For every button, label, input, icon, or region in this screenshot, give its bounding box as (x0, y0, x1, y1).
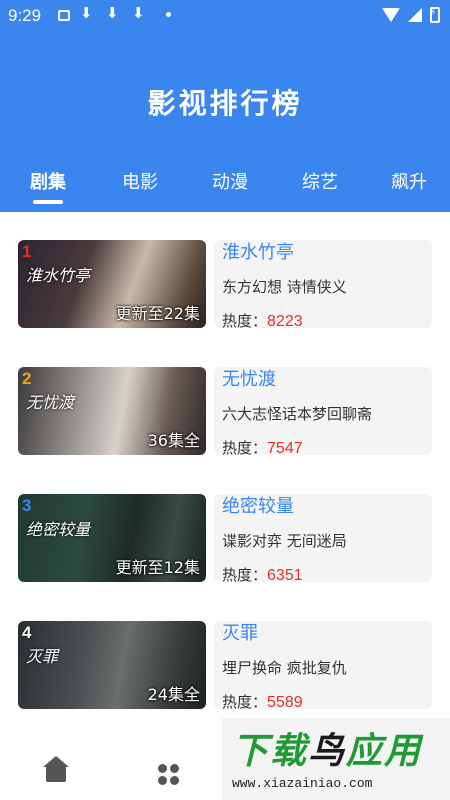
tab-anime[interactable]: 动漫 (195, 168, 265, 194)
status-bar: 9:29 (0, 0, 450, 32)
list-item[interactable]: 无忧渡 2 36集全 无忧渡 六大志怪话本梦回聊斋 热度：7547 (18, 367, 432, 457)
poster-title-art: 灭罪 (26, 647, 59, 666)
show-title[interactable]: 无忧渡 (222, 365, 276, 391)
status-time: 9:29 (8, 6, 42, 25)
watermark-url: www.xiazainiao.com (232, 776, 373, 791)
show-tags: 埋尸换命 疯批复仇 (222, 659, 347, 677)
heat-label: 热度： (222, 693, 268, 711)
categories-icon[interactable] (158, 764, 180, 786)
poster-thumbnail[interactable]: 淮水竹亭 1 更新至22集 (18, 240, 206, 328)
list-item[interactable]: 淮水竹亭 1 更新至22集 淮水竹亭 东方幻想 诗情侠义 热度：8223 (18, 240, 432, 330)
image-notification-icon (58, 9, 70, 21)
show-tags: 六大志怪话本梦回聊斋 (222, 405, 373, 423)
tab-rising[interactable]: 飙升 (374, 168, 444, 194)
item-info: 灭罪 埋尸换命 疯批复仇 热度：5589 (214, 619, 432, 712)
download-icon (106, 4, 122, 22)
system-icons (382, 7, 440, 23)
poster-thumbnail[interactable]: 灭罪 4 24集全 (18, 621, 206, 709)
more-notifications-icon (166, 11, 171, 17)
poster-thumbnail[interactable]: 无忧渡 2 36集全 (18, 367, 206, 455)
heat-score: 热度：7547 (222, 437, 303, 458)
show-tags: 谍影对弈 无间迷局 (222, 532, 347, 550)
episode-status: 24集全 (147, 685, 200, 704)
heat-label: 热度： (222, 439, 268, 457)
poster-title-art: 无忧渡 (26, 393, 75, 412)
tab-variety[interactable]: 综艺 (285, 168, 355, 194)
header-bar: 9:29 影视排行榜 剧集 电影 动漫 综艺 飙升 (0, 0, 450, 212)
item-info: 淮水竹亭 东方幻想 诗情侠义 热度：8223 (214, 238, 432, 331)
rank-number: 3 (22, 496, 32, 515)
category-tabs: 剧集 电影 动漫 综艺 飙升 (0, 168, 450, 212)
wifi-icon (382, 8, 400, 22)
show-title[interactable]: 绝密较量 (222, 492, 294, 518)
poster-thumbnail[interactable]: 绝密较量 3 更新至12集 (18, 494, 206, 582)
page-title: 影视排行榜 (147, 87, 303, 120)
show-title[interactable]: 淮水竹亭 (222, 238, 294, 264)
heat-value: 7547 (267, 440, 303, 457)
signal-icon (408, 8, 422, 22)
watermark-logo-part: 应用 (346, 731, 423, 772)
watermark-logo: 下载鸟应用 (232, 722, 422, 774)
episode-status: 更新至22集 (115, 304, 200, 323)
watermark-logo-part: 鸟 (308, 731, 347, 772)
download-icon (80, 4, 96, 22)
heat-value: 6351 (267, 567, 303, 584)
show-title[interactable]: 灭罪 (222, 619, 258, 645)
episode-status: 更新至12集 (115, 558, 200, 577)
watermark-logo-part: 下载 (232, 731, 309, 772)
home-icon[interactable] (43, 756, 69, 782)
episode-status: 36集全 (147, 431, 200, 450)
poster-title-art: 绝密较量 (26, 520, 91, 539)
show-tags: 东方幻想 诗情侠义 (222, 278, 347, 296)
notification-icons (58, 4, 171, 22)
tab-tv-series[interactable]: 剧集 (13, 168, 83, 194)
active-tab-indicator (33, 200, 63, 204)
watermark-overlay: 下载鸟应用 www.xiazainiao.com (222, 718, 450, 800)
item-info: 绝密较量 谍影对弈 无间迷局 热度：6351 (214, 492, 432, 585)
list-item[interactable]: 绝密较量 3 更新至12集 绝密较量 谍影对弈 无间迷局 热度：6351 (18, 494, 432, 584)
battery-charging-icon (430, 7, 440, 23)
heat-label: 热度： (222, 312, 268, 330)
poster-title-art: 淮水竹亭 (26, 266, 91, 285)
heat-score: 热度：8223 (222, 310, 303, 331)
heat-label: 热度： (222, 566, 268, 584)
rank-number: 2 (22, 369, 32, 388)
rank-number: 1 (22, 242, 32, 261)
download-icon (132, 4, 148, 22)
tab-movies[interactable]: 电影 (105, 168, 175, 194)
heat-score: 热度：6351 (222, 564, 303, 585)
heat-value: 8223 (267, 313, 303, 330)
item-info: 无忧渡 六大志怪话本梦回聊斋 热度：7547 (214, 365, 432, 458)
rank-number: 4 (22, 623, 32, 642)
heat-score: 热度：5589 (222, 691, 303, 712)
list-item[interactable]: 灭罪 4 24集全 灭罪 埋尸换命 疯批复仇 热度：5589 (18, 621, 432, 711)
heat-value: 5589 (267, 694, 303, 711)
